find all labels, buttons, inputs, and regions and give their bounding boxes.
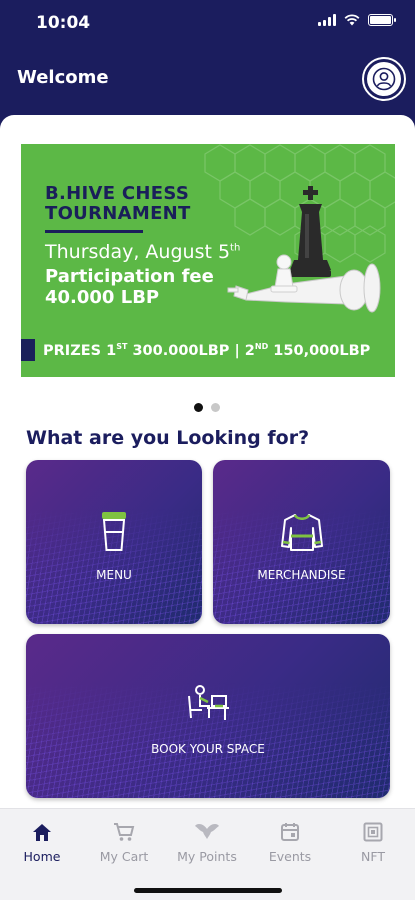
- sweater-icon: [280, 514, 323, 551]
- nav-my-cart-label: My Cart: [99, 849, 149, 864]
- banner-title-line1: B.HIVE CHESS: [45, 183, 190, 204]
- banner-title-line2: TOURNAMENT: [45, 203, 191, 224]
- book-space-tile[interactable]: BOOK YOUR SPACE: [26, 634, 390, 798]
- prize-text-2: 300.000LBP | 2: [127, 342, 255, 359]
- cart-icon: [84, 821, 164, 843]
- prize-text-3: 150,000LBP: [268, 342, 371, 359]
- nav-events[interactable]: Events: [250, 821, 330, 864]
- workspace-desk-icon: [188, 685, 229, 720]
- nav-home[interactable]: Home: [2, 821, 82, 864]
- battery-icon: [368, 14, 396, 26]
- banner-title: B.HIVE CHESS TOURNAMENT: [45, 184, 191, 224]
- banner-prizes: PRIZES 1ST 300.000LBP | 2ND 150,000LBP: [43, 342, 370, 359]
- banner-date: Thursday, August 5th: [45, 241, 240, 263]
- banner-prize-marker: [21, 339, 35, 361]
- carousel-dot-2[interactable]: [211, 403, 220, 412]
- prize-sup-2: ND: [254, 342, 269, 351]
- calendar-icon: [250, 821, 330, 843]
- nav-my-cart[interactable]: My Cart: [84, 821, 164, 864]
- home-icon: [2, 821, 82, 843]
- points-icon: [167, 821, 247, 843]
- profile-avatar-button[interactable]: [362, 57, 406, 101]
- prize-sup-1: ST: [116, 342, 128, 351]
- bottom-navigation: Home My Cart My Points Events NFT: [0, 808, 415, 900]
- menu-tile-label: MENU: [96, 568, 132, 582]
- nav-nft-label: NFT: [361, 849, 385, 864]
- home-indicator: [134, 888, 282, 893]
- carousel-indicator[interactable]: [194, 403, 220, 412]
- merchandise-tile-label: MERCHANDISE: [257, 568, 346, 582]
- user-icon: [367, 62, 401, 96]
- status-icons: [318, 14, 396, 26]
- nav-my-points-label: My Points: [177, 849, 237, 864]
- nav-nft[interactable]: NFT: [333, 821, 413, 864]
- section-title: What are you Looking for?: [26, 427, 310, 449]
- signal-icon: [318, 14, 336, 26]
- carousel-dot-1[interactable]: [194, 403, 203, 412]
- status-bar: 10:04: [0, 0, 415, 46]
- page-title: Welcome: [17, 67, 109, 88]
- promo-banner[interactable]: B.HIVE CHESS TOURNAMENT Thursday, August…: [21, 144, 395, 377]
- book-space-tile-label: BOOK YOUR SPACE: [151, 742, 265, 756]
- clock: 10:04: [36, 13, 91, 33]
- nft-icon: [333, 821, 413, 843]
- banner-underline: [45, 230, 143, 233]
- nav-my-points[interactable]: My Points: [167, 821, 247, 864]
- banner-fee-label: Participation fee: [45, 266, 214, 287]
- chess-pieces-image: [227, 186, 381, 313]
- nav-home-label: Home: [23, 849, 61, 864]
- banner-date-text: Thursday, August 5: [45, 241, 231, 263]
- prize-text-1: PRIZES 1: [43, 342, 117, 359]
- nav-events-label: Events: [268, 849, 312, 864]
- wifi-icon: [344, 14, 360, 26]
- merchandise-tile[interactable]: MERCHANDISE: [213, 460, 390, 624]
- menu-tile[interactable]: MENU: [26, 460, 202, 624]
- coffee-cup-icon: [102, 512, 126, 551]
- banner-fee-value: 40.000 LBP: [45, 287, 160, 308]
